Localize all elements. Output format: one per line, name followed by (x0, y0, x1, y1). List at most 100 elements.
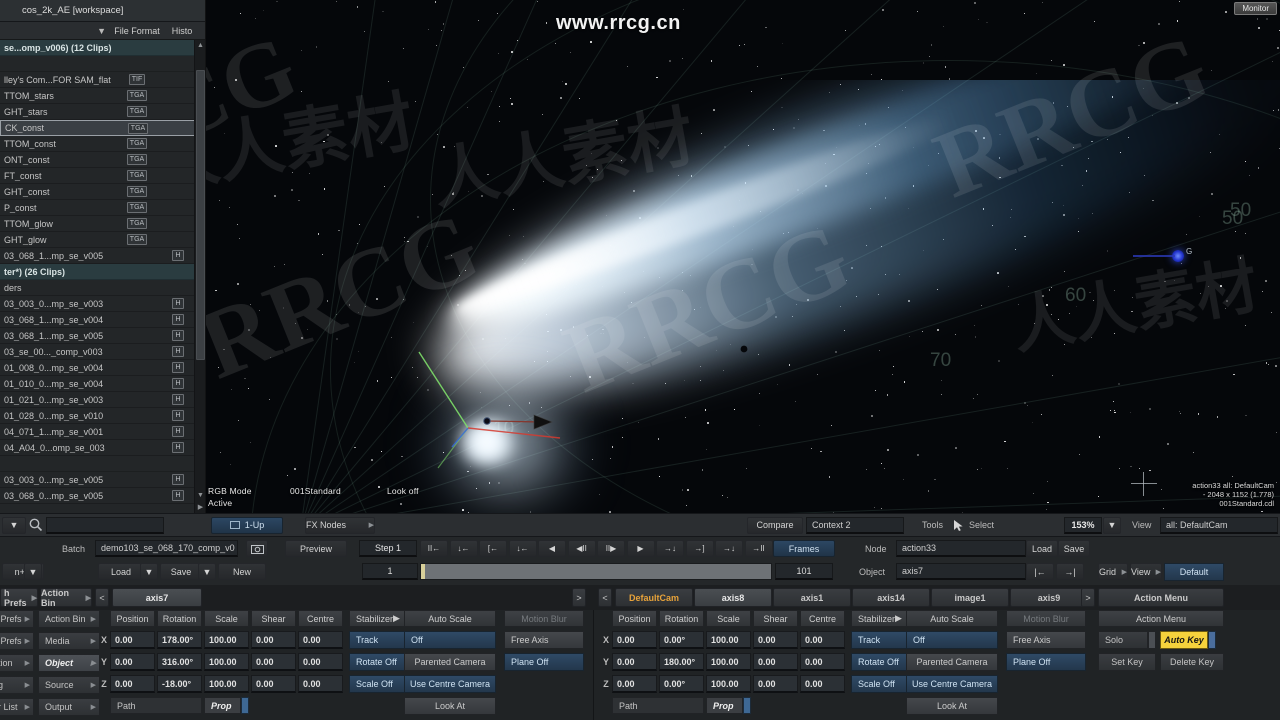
axis7-column-header-shear[interactable]: Shear (251, 610, 296, 627)
left-menu-1-0[interactable]: h Prefs ▶ (0, 610, 34, 628)
axis7-shear-y[interactable]: 0.00 (251, 653, 296, 671)
axis8-column-header-centre[interactable]: Centre (800, 610, 845, 627)
left-menu-2-output[interactable]: Output ▶ (38, 698, 100, 716)
transport-button-7[interactable]: ▶ (626, 540, 655, 557)
axis8-column-header-position[interactable]: Position (612, 610, 657, 627)
axis8-prop-button[interactable]: Prop (706, 697, 743, 714)
axis7-column-header-position[interactable]: Position (110, 610, 155, 627)
axis7-scale-y[interactable]: 100.00 (204, 653, 249, 671)
view-menu-button[interactable]: View ▶ (1130, 563, 1162, 580)
media-list-item[interactable]: GHT_stars TGA (0, 104, 205, 120)
timeline-scrubber[interactable] (420, 563, 772, 580)
axis8-scale-x[interactable]: 100.00 (706, 631, 751, 649)
left-menu-2-action bin[interactable]: Action Bin ▶ (38, 610, 100, 628)
tab-axis14[interactable]: axis14 (852, 588, 930, 607)
axis8-centre-x[interactable]: 0.00 (800, 631, 845, 649)
media-list-item[interactable]: ONT_const TGA (0, 152, 205, 168)
axis8-parented-camera[interactable]: Parented Camera (906, 653, 998, 671)
save-button[interactable]: Save (160, 563, 202, 580)
left-menu-1-2[interactable]: ation ▶ (0, 654, 34, 672)
tab-axis9[interactable]: axis9 (1010, 588, 1088, 607)
delete-key-button[interactable]: Delete Key (1160, 653, 1224, 671)
node-save-button[interactable]: Save (1058, 540, 1090, 557)
media-list-item[interactable]: ter*) (26 Clips) (0, 264, 205, 280)
node-name-field[interactable]: action33 (896, 540, 1026, 557)
media-list-item[interactable]: ders (0, 280, 205, 296)
tab-hprefs[interactable]: h Prefs ▶ (0, 588, 38, 608)
axis7-centre-y[interactable]: 0.00 (298, 653, 343, 671)
search-input[interactable] (46, 516, 164, 534)
axis7-use-centre-camera[interactable]: Use Centre Camera (404, 675, 496, 693)
media-list-item[interactable]: TTOM_glow TGA (0, 216, 205, 232)
tab-next-mid-button[interactable]: > (572, 588, 586, 607)
media-list-item[interactable]: 01_028_0...mp_se_v010 H (0, 408, 205, 424)
node-load-button[interactable]: Load (1026, 540, 1058, 557)
axis8-look-at[interactable]: Look At (906, 697, 998, 715)
left-menu-2-object[interactable]: Object ▶ (38, 654, 100, 672)
left-menu-2-media[interactable]: Media ▶ (38, 632, 100, 650)
tab-defaultcam[interactable]: DefaultCam (615, 588, 693, 607)
default-preset-button[interactable]: Default (1164, 563, 1224, 581)
axis8-use-centre-camera[interactable]: Use Centre Camera (906, 675, 998, 693)
media-list-item[interactable]: 01_010_0...mp_se_v004 H (0, 376, 205, 392)
load-dropdown-icon[interactable]: ▼ (140, 563, 158, 580)
media-list-item[interactable]: 01_008_0...mp_se_v004 H (0, 360, 205, 376)
set-key-button[interactable]: Set Key (1098, 653, 1156, 671)
axis7-auto-scale-state[interactable]: Off (404, 631, 496, 649)
transport-button-10[interactable]: →↓ (715, 540, 743, 557)
axis7-prop-button[interactable]: Prop (204, 697, 241, 714)
axis7-column-header-centre[interactable]: Centre (298, 610, 343, 627)
axis7-path-button[interactable]: Path (110, 697, 202, 714)
zoom-level-field[interactable]: 153% (1064, 516, 1102, 534)
layout-1up-button[interactable]: 1-Up (211, 516, 283, 534)
tab-prev-mid-button[interactable]: < (598, 588, 612, 607)
scrollbar-thumb[interactable] (196, 70, 205, 360)
axis7-free-axis[interactable]: Free Axis (504, 631, 584, 649)
compare-button[interactable]: Compare (747, 516, 803, 534)
frame-start-field[interactable]: 1 (362, 563, 418, 580)
viewbar-dropdown-icon[interactable]: ▼ (2, 516, 26, 534)
axis8-centre-y[interactable]: 0.00 (800, 653, 845, 671)
action-menu-button[interactable]: Action Menu (1098, 588, 1224, 607)
axis7-position-z[interactable]: 0.00 (110, 675, 155, 693)
left-menu-1-1[interactable]: e Prefs ▶ (0, 632, 34, 650)
axis7-rotation-y[interactable]: 316.00° (157, 653, 202, 671)
media-list-item[interactable]: se...omp_v006) (12 Clips) (0, 40, 205, 56)
column-history[interactable]: Histo (162, 26, 202, 36)
media-list-item[interactable]: CK_const TGA (0, 120, 205, 136)
axis8-position-y[interactable]: 0.00 (612, 653, 657, 671)
axis8-position-z[interactable]: 0.00 (612, 675, 657, 693)
load-button[interactable]: Load (98, 563, 144, 580)
axis8-rotation-z[interactable]: 0.00° (659, 675, 704, 693)
media-list-scrollbar[interactable]: ▲ ▼ ▶ (194, 40, 205, 513)
axis7-parented-camera[interactable]: Parented Camera (404, 653, 496, 671)
transport-button-9[interactable]: →] (685, 540, 714, 557)
sort-chevron-icon[interactable]: ▼ (0, 26, 112, 36)
media-list-item[interactable]: 04_A04_0...omp_se_003 H (0, 440, 205, 456)
step-field[interactable]: Step 1 (359, 540, 417, 557)
axis7-look-at[interactable]: Look At (404, 697, 496, 715)
tab-action-bin[interactable]: Action Bin ▶ (40, 588, 92, 608)
tab-axis7[interactable]: axis7 (112, 588, 202, 607)
column-file-format[interactable]: File Format (112, 26, 162, 36)
axis7-rotation-z[interactable]: -18.00° (157, 675, 202, 693)
media-list-item[interactable]: 03_se_00..._comp_v003 H (0, 344, 205, 360)
media-list-item[interactable]: 01_021_0...mp_se_v003 H (0, 392, 205, 408)
new-button[interactable]: New (218, 563, 266, 580)
solo-button[interactable]: Solo (1098, 631, 1148, 649)
axis7-column-header-rotation[interactable]: Rotation (157, 610, 202, 627)
shortcut-dropdown-icon[interactable]: ▼ (24, 563, 42, 580)
auto-key-button[interactable]: Auto Key (1160, 631, 1208, 649)
left-menu-1-3[interactable]: ng ▶ (0, 676, 34, 694)
media-list-item[interactable]: 03_068_1...mp_se_v005 H (0, 248, 205, 264)
monitor-tab[interactable]: Monitor (1234, 2, 1277, 15)
axis8-path-button[interactable]: Path (612, 697, 704, 714)
media-list-item[interactable]: 03_068_0...mp_se_v005 H (0, 488, 205, 504)
transport-button-5[interactable]: ◀II (567, 540, 596, 557)
scroll-up-icon[interactable]: ▲ (196, 40, 205, 51)
axis8-auto-scale-state[interactable]: Off (906, 631, 998, 649)
axis8-plane-off[interactable]: Plane Off (1006, 653, 1086, 671)
transport-button-3[interactable]: ↓← (508, 540, 537, 557)
axis8-scale-y[interactable]: 100.00 (706, 653, 751, 671)
media-list-item[interactable]: TTOM_stars TGA (0, 88, 205, 104)
